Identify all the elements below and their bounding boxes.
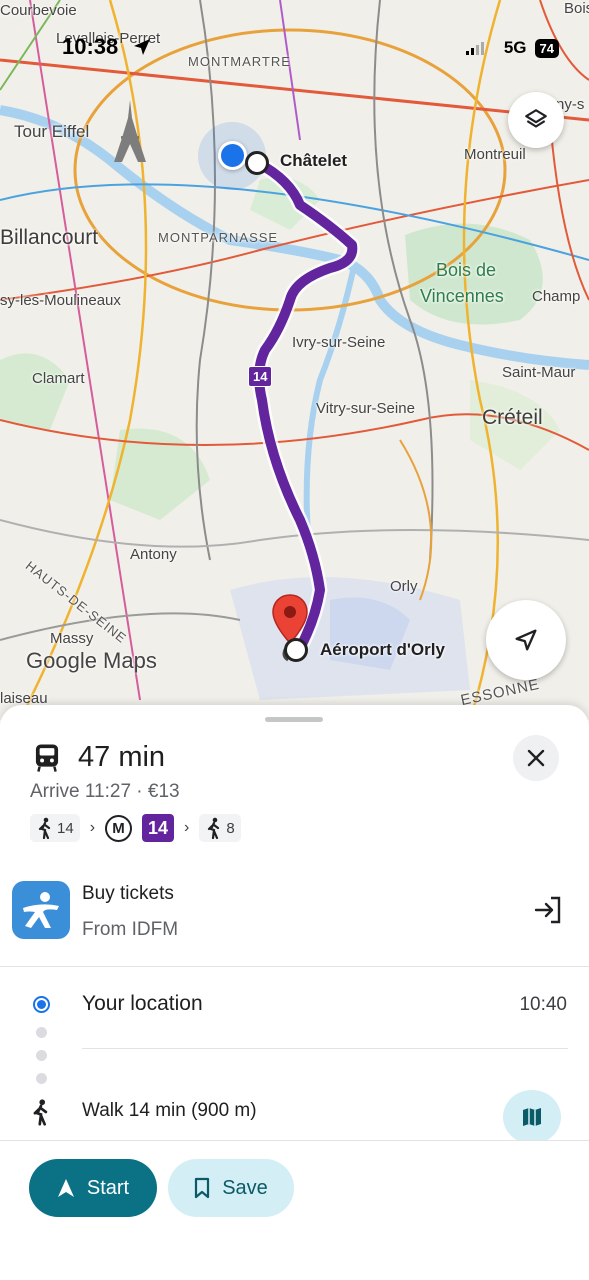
- metro-line-badge: 14: [142, 814, 175, 842]
- current-location-dot: [218, 141, 247, 170]
- walk-step-end: 8: [199, 814, 241, 842]
- start-button[interactable]: Start: [29, 1159, 157, 1217]
- navigation-arrow-icon: [57, 1179, 74, 1197]
- map-label-bois-corner: Bois: [564, 0, 589, 17]
- destination-pin-icon: [272, 594, 308, 644]
- map-label-champ: Champ: [532, 288, 581, 305]
- idfm-app-icon: [12, 881, 70, 939]
- action-bar: Start Save: [0, 1140, 589, 1280]
- map-label-clamart: Clamart: [32, 370, 85, 387]
- map-view[interactable]: Courbevoie Levallois-Perret MONTMARTRE T…: [0, 0, 589, 720]
- trip-duration: 47 min: [78, 741, 166, 773]
- transit-bus-icon: [35, 743, 59, 772]
- map-label-massy: Massy: [50, 630, 94, 647]
- close-icon: [527, 749, 545, 767]
- layers-icon: [525, 109, 547, 128]
- walk-icon: [33, 1099, 48, 1126]
- start-time: 10:40: [519, 994, 567, 1015]
- route-line-badge: 14: [248, 366, 273, 387]
- bookmark-icon: [195, 1177, 210, 1199]
- walk-icon: [38, 817, 51, 839]
- location-arrow-icon: [134, 39, 150, 55]
- start-location-icon: [33, 996, 50, 1013]
- walk-icon: [208, 817, 220, 839]
- walk-end-minutes: 8: [226, 819, 235, 837]
- map-label-montmartre: MONTMARTRE: [188, 54, 291, 69]
- show-on-map-button[interactable]: [503, 1090, 561, 1144]
- map-label-saint-maur: Saint-Maur: [502, 364, 576, 381]
- battery-indicator: 74: [534, 38, 559, 58]
- start-button-label: Start: [86, 1176, 130, 1199]
- save-button-label: Save: [222, 1176, 268, 1199]
- start-location-label: Your location: [82, 992, 203, 1015]
- map-label-vitry: Vitry-sur-Seine: [316, 400, 415, 417]
- eiffel-tower-icon: [114, 100, 146, 162]
- map-label-tour-eiffel: Tour Eiffel: [14, 122, 90, 141]
- walk-step-start: 14: [30, 814, 80, 842]
- map-label-montparnasse: MONTPARNASSE: [158, 230, 279, 245]
- map-label-bois-de: Bois de: [436, 260, 497, 280]
- buy-tickets-title: Buy tickets: [82, 883, 174, 904]
- signal-icon: [465, 41, 484, 55]
- open-app-button[interactable]: [531, 893, 565, 927]
- map-label-moulineaux: sy-les-Moulineaux: [0, 292, 121, 309]
- itinerary-start-row[interactable]: Your location 10:40: [0, 987, 589, 1027]
- map-label-vincennes: Vincennes: [420, 286, 504, 306]
- layers-button[interactable]: [508, 92, 564, 148]
- arrival-info: Arrive 11:27 · €13: [30, 781, 180, 802]
- save-button[interactable]: Save: [168, 1159, 294, 1217]
- map-label-ivry: Ivry-sur-Seine: [292, 334, 386, 351]
- itinerary-connector-dots: [36, 1027, 47, 1096]
- navigation-arrow-icon: [515, 629, 537, 651]
- sheet-drag-handle[interactable]: [265, 717, 323, 722]
- trip-steps: 14 › M 14 › 8: [30, 814, 241, 842]
- open-external-icon: [534, 896, 561, 924]
- map-label-montreuil: Montreuil: [464, 146, 526, 163]
- idfm-logo-icon: [23, 892, 59, 928]
- close-button[interactable]: [513, 735, 559, 781]
- origin-label: Châtelet: [280, 151, 348, 170]
- destination-label: Aéroport d'Orly: [320, 640, 445, 659]
- map-icon: [523, 1108, 541, 1126]
- walk-start-minutes: 14: [57, 819, 74, 837]
- metro-icon: M: [105, 814, 133, 842]
- trip-summary: 47 min: [32, 741, 165, 774]
- status-indicators: 5G 74: [465, 38, 559, 58]
- map-label-antony: Antony: [130, 546, 177, 563]
- directions-sheet: 47 min Arrive 11:27 · €13 14 › M 14 › 8: [0, 705, 589, 1280]
- origin-marker: [245, 151, 269, 175]
- itinerary-walk-row[interactable]: Walk 14 min (900 m): [0, 1090, 589, 1144]
- section-divider: [0, 966, 589, 967]
- google-maps-logo: Google Maps: [26, 648, 157, 673]
- chevron-right-icon: ›: [89, 819, 96, 836]
- map-label-courbevoie: Courbevoie: [0, 2, 77, 19]
- network-type: 5G: [503, 38, 527, 57]
- map-label-billancourt: Billancourt: [0, 226, 99, 249]
- walk-step-label: Walk 14 min (900 m): [82, 1100, 257, 1121]
- recenter-button[interactable]: [486, 600, 566, 680]
- chevron-right-icon: ›: [184, 819, 190, 836]
- buy-tickets-row[interactable]: Buy tickets From IDFM: [0, 875, 589, 967]
- map-label-orly: Orly: [390, 578, 418, 595]
- status-time: 10:38: [62, 34, 119, 59]
- destination-marker: [284, 638, 308, 662]
- itinerary-divider: [82, 1048, 568, 1049]
- buy-tickets-subtitle: From IDFM: [82, 919, 179, 940]
- map-label-creteil: Créteil: [482, 406, 543, 429]
